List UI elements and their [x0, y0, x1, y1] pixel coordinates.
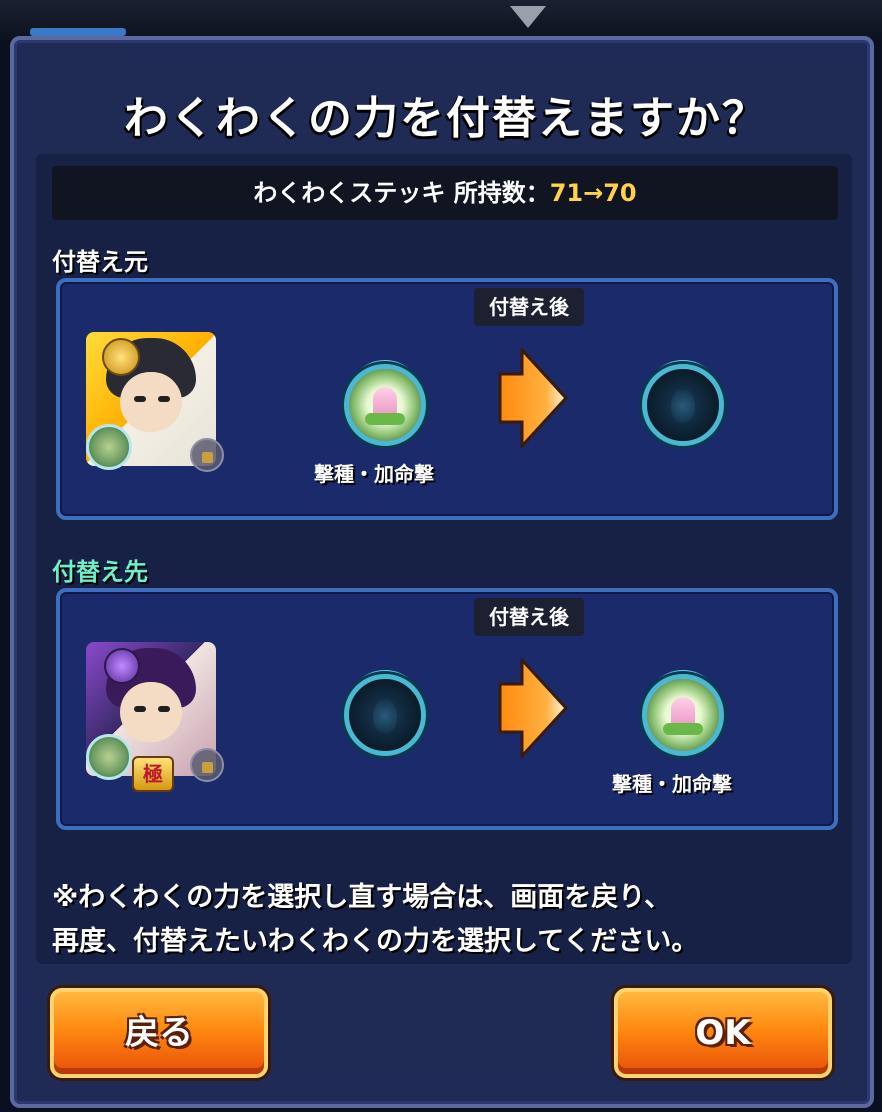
portrait-eye — [158, 396, 170, 402]
dialog-title: わくわくの力を付替えますか？ — [124, 93, 768, 144]
source-after-tag: 付替え後 — [474, 288, 584, 326]
dialog-body — [36, 154, 852, 964]
portrait-eye — [134, 396, 146, 402]
target-section-label: 付替え先 — [52, 558, 148, 586]
target-element-badge-icon — [104, 648, 140, 684]
source-waku-badge-icon — [86, 424, 132, 470]
target-kyoku-badge: 極 — [132, 756, 174, 792]
source-element-badge-icon — [102, 338, 140, 376]
empty-flame-icon — [671, 389, 695, 423]
source-section-label: 付替え元 — [52, 248, 148, 276]
lotus-leaf-icon — [365, 413, 405, 425]
empty-flame-icon — [373, 699, 397, 733]
source-current-skill-label: 撃種・加命撃 — [314, 462, 434, 486]
right-arrow-icon — [498, 658, 568, 758]
portrait-face — [120, 372, 182, 432]
source-current-skill-orb-icon — [344, 364, 426, 446]
top-bar — [0, 0, 882, 40]
stock-bar: わくわくステッキ 所持数：71→70 — [52, 166, 838, 220]
portrait-eye — [134, 706, 146, 712]
back-button[interactable]: 戻る — [50, 988, 268, 1078]
lotus-leaf-icon — [663, 723, 703, 735]
dropdown-triangle-icon — [510, 6, 546, 28]
notice-text: ※わくわくの力を選択し直す場合は、画面を戻り、 再度、付替えたいわくわくの力を選… — [52, 876, 852, 964]
ok-button[interactable]: OK — [614, 988, 832, 1078]
target-after-skill-orb-icon — [642, 674, 724, 756]
source-card: 付替え後 撃種・加命撃 — [56, 278, 838, 520]
source-lock-icon[interactable] — [190, 438, 224, 472]
target-lock-icon[interactable] — [190, 748, 224, 782]
notice-line-1: ※わくわくの力を選択し直す場合は、画面を戻り、 — [52, 882, 672, 913]
source-after-skill-empty-orb-icon — [642, 364, 724, 446]
stock-value: 71→70 — [549, 179, 637, 207]
target-card: 付替え後 極 撃種・加命撃 — [56, 588, 838, 830]
target-after-skill-label: 撃種・加命撃 — [612, 772, 732, 796]
notice-line-2: 再度、付替えたいわくわくの力を選択してください。 — [52, 926, 699, 957]
target-waku-badge-icon — [86, 734, 132, 780]
portrait-eye — [158, 706, 170, 712]
stock-label: わくわくステッキ 所持数： — [253, 179, 550, 207]
top-bar-accent — [30, 28, 126, 36]
target-current-skill-empty-orb-icon — [344, 674, 426, 756]
confirm-dialog: わくわくの力を付替えますか？ わくわくステッキ 所持数：71→70 付替え元 付… — [10, 36, 874, 1108]
right-arrow-icon — [498, 348, 568, 448]
portrait-face — [120, 682, 182, 742]
target-after-tag: 付替え後 — [474, 598, 584, 636]
